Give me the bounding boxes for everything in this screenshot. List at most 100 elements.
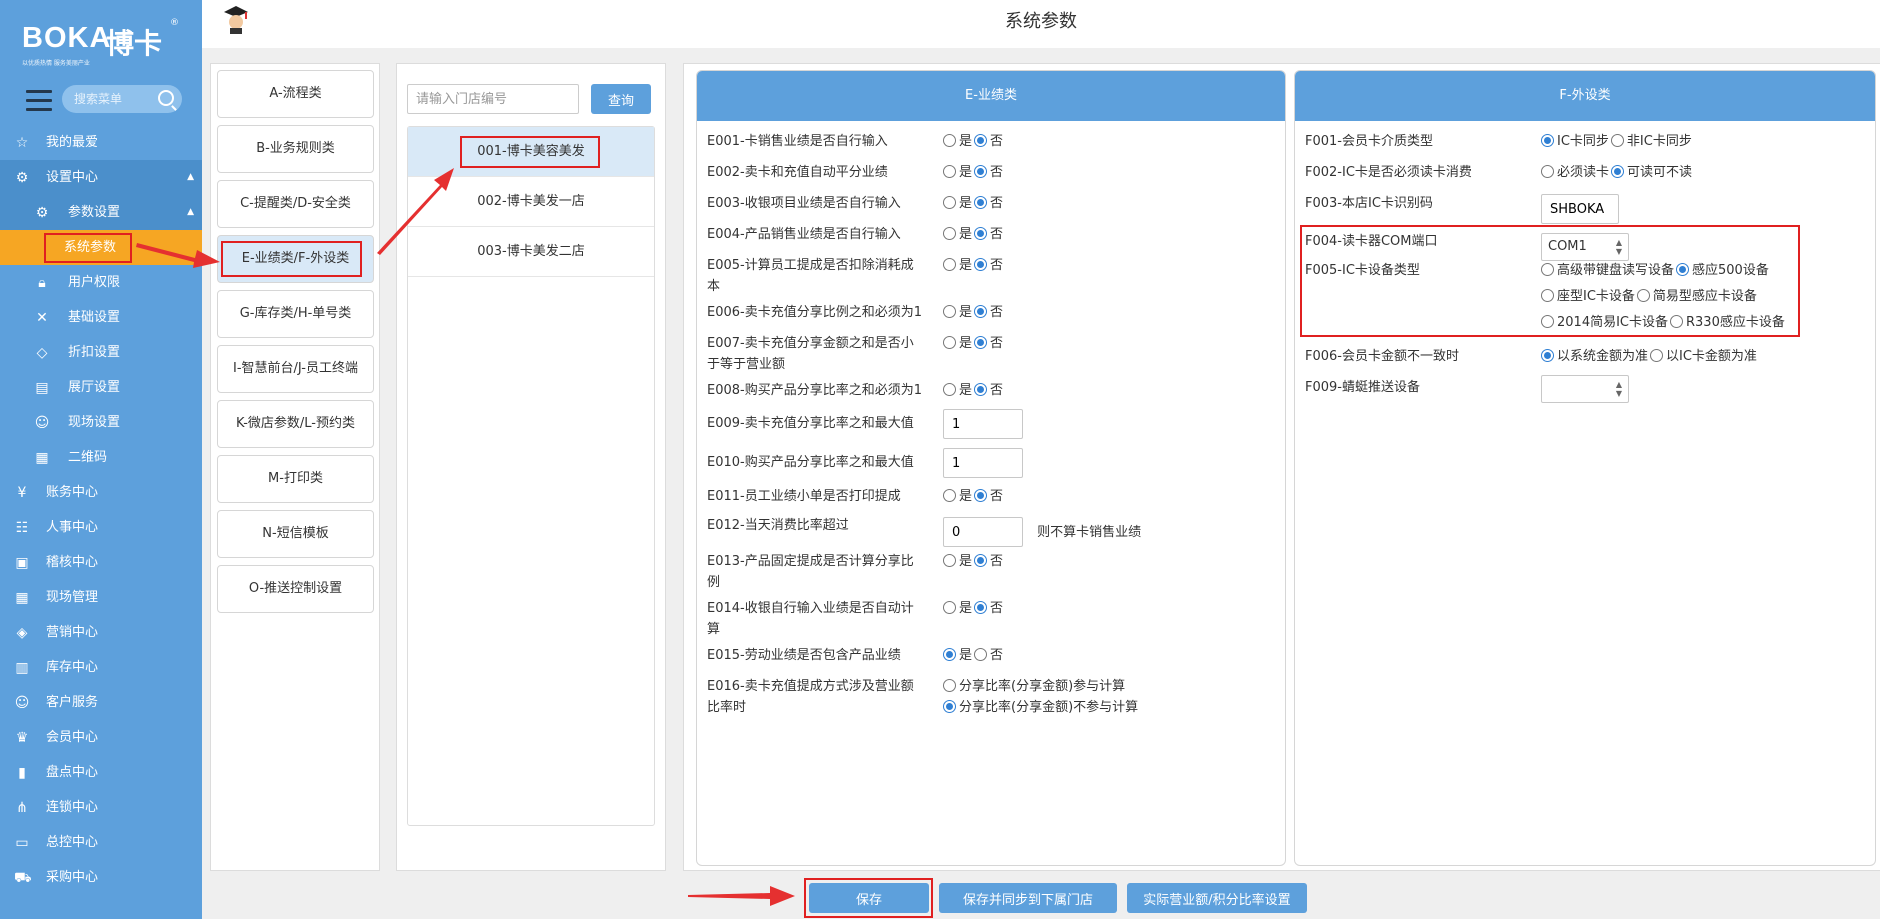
nav-discount-settings[interactable]: ◇ 折扣设置	[0, 335, 202, 370]
yes-label: 是	[959, 165, 973, 180]
e008-no-radio[interactable]	[974, 383, 988, 396]
nav-purchasing[interactable]: ⛟ 采购中心	[0, 860, 202, 895]
nav-inventory[interactable]: ▮ 盘点中心	[0, 755, 202, 790]
e002-no-radio[interactable]	[974, 165, 988, 178]
highlight-box	[221, 241, 362, 277]
nav-label: 稽核中心	[46, 555, 99, 570]
e003-label: E003-收银项目业绩是否自行输入	[707, 196, 901, 211]
f006-opt2-radio[interactable]	[1650, 349, 1664, 362]
nav-members[interactable]: ♛ 会员中心	[0, 720, 202, 755]
e006-no-radio[interactable]	[974, 305, 988, 318]
f005-opt4-radio[interactable]	[1636, 289, 1650, 302]
e-section-card: E-业绩类 E001-卡销售业绩是否自行输入是否 E002-卖卡和充值自动平分业…	[696, 70, 1286, 866]
nav-master-control[interactable]: ▭ 总控中心	[0, 825, 202, 860]
f009-select[interactable]: ▲ ▼	[1541, 375, 1629, 403]
store-item-001[interactable]: 001-博卡美容美发	[408, 127, 654, 177]
yes-label: 是	[959, 601, 973, 616]
nav-stock[interactable]: ▥ 库存中心	[0, 650, 202, 685]
e010-input[interactable]	[943, 448, 1023, 478]
nav-user-permissions[interactable]: 🔒︎ 用户权限	[0, 265, 202, 300]
e015-yes-radio[interactable]	[943, 648, 956, 661]
store-item-003[interactable]: 003-博卡美发二店	[408, 227, 654, 277]
hamburger-icon[interactable]	[26, 90, 52, 112]
e014-yes-radio[interactable]	[943, 601, 956, 614]
nav-showroom-settings[interactable]: ▤ 展厅设置	[0, 370, 202, 405]
category-kl[interactable]: K-微店参数/L-预约类	[217, 400, 374, 448]
f005-opt3-radio[interactable]	[1541, 289, 1554, 302]
f001-opt1-radio[interactable]	[1541, 134, 1554, 147]
store-item-002[interactable]: 002-博卡美发一店	[408, 177, 654, 227]
category-m[interactable]: M-打印类	[217, 455, 374, 503]
f005-opt1-radio[interactable]	[1541, 263, 1554, 276]
star-icon: ☆	[15, 135, 29, 151]
crown-icon: ♛	[15, 730, 29, 746]
nav-chain[interactable]: ⋔ 连锁中心	[0, 790, 202, 825]
nav-settings-center[interactable]: ⚙ 设置中心 ▲	[0, 160, 202, 195]
store-query-button[interactable]: 查询	[591, 84, 651, 114]
e005-yes-radio[interactable]	[943, 258, 956, 271]
f006-opt1-radio[interactable]	[1541, 349, 1554, 362]
e014-no-radio[interactable]	[974, 601, 988, 614]
save-sync-button[interactable]: 保存并同步到下属门店	[939, 883, 1117, 913]
e002-yes-radio[interactable]	[943, 165, 956, 178]
save-button[interactable]: 保存	[809, 883, 929, 913]
f002-opt1-radio[interactable]	[1541, 165, 1554, 178]
nav-param-settings[interactable]: ⚙ 参数设置 ▲	[0, 195, 202, 230]
e007-yes-radio[interactable]	[943, 336, 956, 349]
nav-customer-service[interactable]: ☺ 客户服务	[0, 685, 202, 720]
nav-audit[interactable]: ▣ 稽核中心	[0, 545, 202, 580]
category-ef[interactable]: E-业绩类/F-外设类	[217, 235, 374, 283]
e004-no-radio[interactable]	[974, 227, 988, 240]
nav-onsite-management[interactable]: ▦ 现场管理	[0, 580, 202, 615]
e009-input[interactable]	[943, 409, 1023, 439]
nav-qrcode[interactable]: ▦ 二维码	[0, 440, 202, 475]
f004-select[interactable]: COM1 ▲ ▼	[1541, 233, 1629, 261]
category-ij[interactable]: I-智慧前台/J-员工终端	[217, 345, 374, 393]
e001-no-radio[interactable]	[974, 134, 988, 147]
e013-yes-radio[interactable]	[943, 554, 956, 567]
e001-yes-radio[interactable]	[943, 134, 956, 147]
f005-opt5-label: 2014简易IC卡设备	[1557, 315, 1668, 330]
e003-yes-radio[interactable]	[943, 196, 956, 209]
e007-no-radio[interactable]	[974, 336, 988, 349]
store-search-input[interactable]	[407, 84, 579, 114]
ratio-settings-button[interactable]: 实际营业额/积分比率设置	[1127, 883, 1307, 913]
nav-basic-settings[interactable]: ✕ 基础设置	[0, 300, 202, 335]
e011-yes-radio[interactable]	[943, 489, 956, 502]
category-o[interactable]: O-推送控制设置	[217, 565, 374, 613]
e011-no-radio[interactable]	[974, 489, 988, 502]
f005-opt5-radio[interactable]	[1541, 315, 1554, 328]
nav-marketing[interactable]: ◈ 营销中心	[0, 615, 202, 650]
nav-hr[interactable]: ☷ 人事中心	[0, 510, 202, 545]
e008-yes-radio[interactable]	[943, 383, 956, 396]
f002-opt2-radio[interactable]	[1611, 165, 1625, 178]
e004-yes-radio[interactable]	[943, 227, 956, 240]
category-gh[interactable]: G-库存类/H-单号类	[217, 290, 374, 338]
e003-no-radio[interactable]	[974, 196, 988, 209]
f003-input[interactable]	[1541, 194, 1619, 224]
category-a[interactable]: A-流程类	[217, 70, 374, 118]
e006-yes-radio[interactable]	[943, 305, 956, 318]
search-icon[interactable]	[158, 90, 174, 106]
e016-opt2-radio[interactable]	[943, 700, 956, 713]
f005-opt2-radio[interactable]	[1676, 263, 1690, 276]
nav-accounting[interactable]: ¥ 账务中心	[0, 475, 202, 510]
e005-no-radio[interactable]	[974, 258, 988, 271]
category-cd[interactable]: C-提醒类/D-安全类	[217, 180, 374, 228]
nav-onsite-settings[interactable]: ☺ 现场设置	[0, 405, 202, 440]
nav-system-params[interactable]: 系统参数	[0, 230, 202, 265]
category-n[interactable]: N-短信模板	[217, 510, 374, 558]
e015-no-radio[interactable]	[974, 648, 988, 661]
e013-no-radio[interactable]	[974, 554, 988, 567]
no-label: 否	[990, 227, 1004, 242]
nav-favorites[interactable]: ☆ 我的最爱	[0, 125, 202, 160]
e012-input[interactable]	[943, 517, 1023, 547]
store-list: 001-博卡美容美发 002-博卡美发一店 003-博卡美发二店	[407, 126, 655, 826]
e016-opt1-radio[interactable]	[943, 679, 956, 692]
f001-opt2-radio[interactable]	[1610, 134, 1624, 147]
yes-label: 是	[959, 489, 973, 504]
category-b[interactable]: B-业务规则类	[217, 125, 374, 173]
cart-icon: ⛟	[14, 870, 32, 886]
menu-search-input[interactable]	[62, 85, 150, 113]
f005-opt6-radio[interactable]	[1670, 315, 1683, 328]
